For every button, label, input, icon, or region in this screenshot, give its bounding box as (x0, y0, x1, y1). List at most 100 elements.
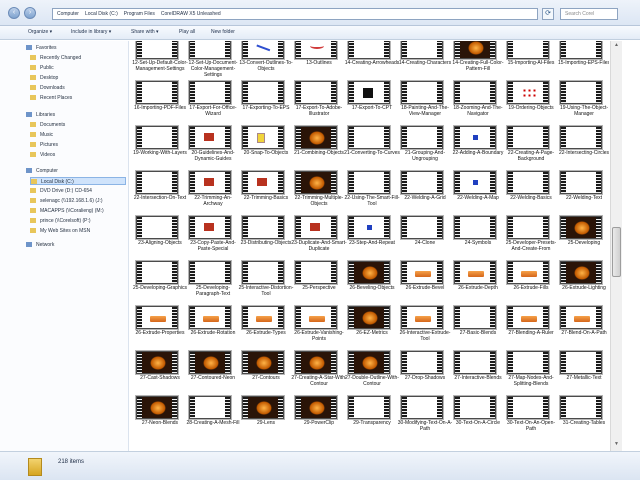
video-file-item[interactable]: 29-Lens (238, 395, 294, 440)
video-file-item[interactable]: 20-Snap-To-Objects (238, 125, 294, 170)
video-file-item[interactable]: 28-Creating-A-Mesh-Fill (185, 395, 241, 440)
video-file-item[interactable]: 26-Extrude-Lighting (556, 260, 609, 305)
video-file-item[interactable]: 27-Creating-A-Star-With-Contour (291, 350, 347, 395)
video-file-item[interactable]: 12-Set-Up-Document-Color-Management-Sett… (185, 41, 241, 80)
video-file-item[interactable]: 25-Developer-Presets-And-Create-From (503, 215, 559, 260)
video-file-item[interactable]: 21-Combining-Objects (291, 125, 347, 170)
nav-item[interactable]: Music (30, 131, 126, 139)
refresh-icon[interactable]: ⟳ (542, 8, 554, 20)
video-file-item[interactable]: 22-Trimming-Multiple-Objects (291, 170, 347, 215)
video-file-item[interactable]: 30-Text-On-An-Open-Path (503, 395, 559, 440)
video-file-item[interactable]: 19-Working-With-Layers (132, 125, 188, 170)
video-file-item[interactable]: 17-Export-For-Office-Wizard (185, 80, 241, 125)
video-file-item[interactable]: 17-Export-To-CPT (344, 80, 400, 125)
video-file-item[interactable]: 29-PowerClip (291, 395, 347, 440)
video-file-item[interactable]: 13-Convert-Outlines-To-Objects (238, 41, 294, 80)
video-file-item[interactable]: 19-Using-The-Object-Manager (556, 80, 609, 125)
video-file-item[interactable]: 24-Clone (397, 215, 453, 260)
video-file-item[interactable]: 13-Outlines (291, 41, 347, 80)
nav-item[interactable]: DVD Drive (D:) CD-654 (30, 187, 126, 195)
video-file-item[interactable]: 27-Interactive-Blends (450, 350, 506, 395)
video-file-item[interactable]: 26-Extrude-Types (238, 305, 294, 350)
video-file-item[interactable]: 26-Extrude-Rotation (185, 305, 241, 350)
video-file-item[interactable]: 26-EZ-Metrics (344, 305, 400, 350)
video-file-item[interactable]: 23-Aligning-Objects (132, 215, 188, 260)
address-bar[interactable]: Computer Local Disk (C:) Program Files C… (52, 8, 538, 20)
video-file-item[interactable]: 31-Creating-Tables (556, 395, 609, 440)
video-file-item[interactable]: 17-Exporting-To-EPS (238, 80, 294, 125)
scrollbar-thumb[interactable] (612, 227, 621, 277)
back-arrow-icon[interactable]: ‹ (8, 7, 20, 19)
video-file-item[interactable]: 27-Cast-Shadows (132, 350, 188, 395)
nav-item[interactable]: Favorites (26, 44, 126, 52)
video-file-item[interactable]: 26-Extrude-Properties (132, 305, 188, 350)
breadcrumb-3[interactable]: CorelDRAW X5 Unleashed (161, 11, 221, 17)
video-file-item[interactable]: 14-Creating-Full-Color-Pattern-Fill (450, 41, 506, 80)
video-file-item[interactable]: 15-Importing-AI-Files (503, 41, 559, 80)
vertical-scrollbar[interactable]: ▲ ▼ (610, 41, 622, 451)
video-file-item[interactable]: 22-Welding-A-Map (450, 170, 506, 215)
video-file-item[interactable]: 27-Contours (238, 350, 294, 395)
video-file-item[interactable]: 14-Creating-Characters (397, 41, 453, 80)
breadcrumb-1[interactable]: Local Disk (C:) (85, 11, 118, 17)
nav-item[interactable]: Pictures (30, 141, 126, 149)
video-file-item[interactable]: 14-Creating-Arrowheads (344, 41, 400, 80)
video-file-item[interactable]: 27-Map-Nodes-And-Splitting-Blends (503, 350, 559, 395)
video-file-item[interactable]: 25-Developing-Graphics (132, 260, 188, 305)
video-file-item[interactable]: 27-Double-Outline-With-Contour (344, 350, 400, 395)
video-file-item[interactable]: 22-Intersection-On-Text (132, 170, 188, 215)
video-file-item[interactable]: 26-Extrude-Vanishing-Points (291, 305, 347, 350)
video-file-item[interactable]: 20-Guidelines-And-Dynamic-Guides (185, 125, 241, 170)
video-file-item[interactable]: 25-Developing-Paragraph-Text (185, 260, 241, 305)
video-file-item[interactable]: 23-Distributing-Objects (238, 215, 294, 260)
nav-item[interactable]: Libraries (26, 111, 126, 119)
nav-item[interactable]: prince (\\Corelsoft) (P:) (30, 217, 126, 225)
video-file-item[interactable]: 26-Interactive-Extrude-Tool (397, 305, 453, 350)
video-file-item[interactable]: 30-Text-On-A-Circle (450, 395, 506, 440)
video-file-item[interactable]: 26-Beveling-Objects (344, 260, 400, 305)
video-file-item[interactable]: 26-Extrude-Depth (450, 260, 506, 305)
video-file-item[interactable]: 15-Importing-EPS-Files (556, 41, 609, 80)
video-file-item[interactable]: 21-Grouping-And-Ungrouping (397, 125, 453, 170)
video-file-item[interactable]: 19-Ordering-Objects (503, 80, 559, 125)
video-file-item[interactable]: 22-Trimming-An-Archway (185, 170, 241, 215)
video-file-item[interactable]: 23-Step-And-Repeat (344, 215, 400, 260)
video-file-item[interactable]: 12-Set-Up-Default-Color-Management-Setti… (132, 41, 188, 80)
nav-item[interactable]: Public (30, 64, 126, 72)
video-file-item[interactable]: 24-Symbols (450, 215, 506, 260)
video-file-item[interactable]: 25-Developing (556, 215, 609, 260)
breadcrumb-0[interactable]: Computer (57, 11, 79, 17)
video-file-item[interactable]: 27-Metallic-Text (556, 350, 609, 395)
video-file-item[interactable]: 22-Welding-Basics (503, 170, 559, 215)
include-in-library-button[interactable]: Include in library ▾ (71, 29, 111, 38)
forward-arrow-icon[interactable]: › (24, 7, 36, 19)
nav-item[interactable]: Documents (30, 121, 126, 129)
nav-item[interactable]: Desktop (30, 74, 126, 82)
nav-item[interactable]: Local Disk (C:) (30, 177, 126, 185)
nav-item[interactable]: Computer (26, 167, 126, 175)
video-file-item[interactable]: 22-Intersecting-Circles (556, 125, 609, 170)
nav-item[interactable]: MACAPPS (\\Coralieng) (M:) (30, 207, 126, 215)
video-file-item[interactable]: 25-Perspective (291, 260, 347, 305)
video-file-item[interactable]: 17-Export-To-Adobe-Illustrator (291, 80, 347, 125)
video-file-item[interactable]: 22-Adding-A-Boundary (450, 125, 506, 170)
video-file-item[interactable]: 27-Drop-Shadows (397, 350, 453, 395)
nav-item[interactable]: My Web Sites on MSN (30, 227, 126, 235)
video-file-item[interactable]: 22-Trimming-Basics (238, 170, 294, 215)
video-file-item[interactable]: 23-Duplicate-And-Smart-Duplicate (291, 215, 347, 260)
scroll-down-icon[interactable]: ▼ (612, 441, 621, 449)
video-file-item[interactable]: 22-Welding-A-Grid (397, 170, 453, 215)
video-file-item[interactable]: 30-Modifying-Text-On-A-Path (397, 395, 453, 440)
nav-item[interactable]: Recently Changed (30, 54, 126, 62)
new-folder-button[interactable]: New folder (211, 29, 235, 38)
search-input[interactable]: Search Corel (560, 8, 618, 20)
video-file-item[interactable]: 23-Copy-Paste-And-Paste-Special (185, 215, 241, 260)
nav-item[interactable]: Recent Places (30, 94, 126, 102)
video-file-item[interactable]: 26-Extrude-Bevel (397, 260, 453, 305)
video-file-item[interactable]: 16-Importing-PDF-Files (132, 80, 188, 125)
video-file-item[interactable]: 25-Interactive-Distortion-Tool (238, 260, 294, 305)
video-file-item[interactable]: 27-Blending-A-Ruler (503, 305, 559, 350)
nav-item[interactable]: selenagc (\\192.168.1.6) (J:) (30, 197, 126, 205)
video-file-item[interactable]: 22-Welding-Text (556, 170, 609, 215)
breadcrumb-2[interactable]: Program Files (124, 11, 155, 17)
